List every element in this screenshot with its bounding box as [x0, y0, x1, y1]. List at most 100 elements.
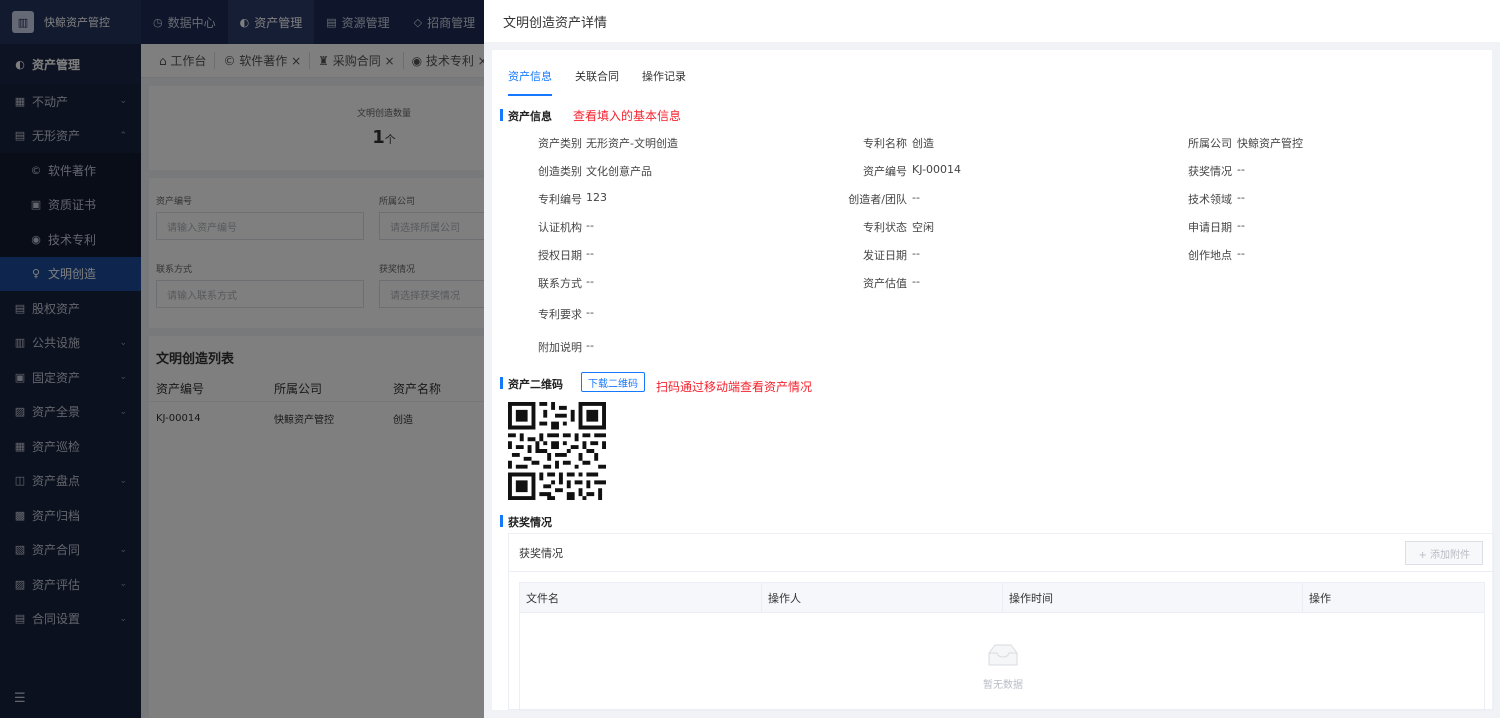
patent-icon: ◉ — [31, 232, 41, 246]
field-value: 无形资产-文明创造 — [586, 137, 678, 150]
qr-note: 扫码通过移动端查看资产情况 — [656, 380, 813, 394]
brand[interactable]: ▥ 快鲸资产管控 — [0, 0, 141, 44]
archive-icon: ▩ — [14, 508, 26, 522]
field-label: 技术领域 — [1188, 193, 1232, 206]
chevron-down-icon: ⌄ — [119, 372, 127, 383]
field-value: -- — [912, 247, 920, 260]
field-value: -- — [912, 275, 920, 288]
field-value: 文化创意产品 — [586, 165, 652, 178]
sidebar-item-inspection[interactable]: ▦ 资产巡检 — [0, 429, 141, 464]
fixed-asset-icon: ▣ — [14, 370, 26, 384]
field-label: 获奖情况 — [1188, 165, 1232, 178]
field-label: 专利状态 — [863, 221, 907, 234]
field-value: 空闲 — [912, 221, 934, 234]
equity-icon: ▤ — [14, 301, 26, 315]
tab-purchase-contract[interactable]: ♜ 采购合同 × — [310, 52, 404, 69]
contract-icon: ▧ — [14, 543, 26, 557]
tab-patent[interactable]: ◉ 技术专利 × — [404, 52, 497, 69]
sidebar-item-equity[interactable]: ▤ 股权资产 — [0, 291, 141, 326]
building-icon: ▤ — [326, 15, 337, 29]
tab-related-contracts[interactable]: 关联合同 — [575, 68, 619, 96]
chevron-down-icon: ⌄ — [119, 579, 127, 590]
empty-state: 暂无数据 — [520, 643, 1486, 691]
filter-award-label: 获奖情况 — [379, 265, 416, 275]
clock-icon: ◷ — [153, 15, 163, 29]
field-label: 资产类别 — [538, 137, 582, 150]
add-attachment-button[interactable]: + 添加附件 — [1405, 541, 1483, 565]
folder-icon: ▤ — [14, 129, 26, 143]
sidebar-item-patent[interactable]: ◉ 技术专利 — [0, 222, 141, 257]
filter-asset-no-label: 资产编号 — [156, 197, 193, 207]
sidebar-item-certificate[interactable]: ▣ 资质证书 — [0, 187, 141, 222]
field-value: -- — [1237, 163, 1245, 176]
collapse-menu-icon[interactable]: ☰ — [14, 691, 26, 706]
topnav-asset-management[interactable]: ◐ 资产管理 — [227, 0, 315, 44]
tab-operation-log[interactable]: 操作记录 — [642, 68, 686, 96]
sidebar-item-real-estate[interactable]: ▦ 不动产 ⌄ — [0, 84, 141, 119]
attachment-table: 文件名 操作人 操作时间 操作 暂无数据 — [519, 582, 1485, 711]
chevron-down-icon: ⌄ — [119, 96, 127, 107]
sidebar-item-evaluation[interactable]: ▨ 资产评估 ⌄ — [0, 567, 141, 602]
chevron-down-icon: ⌄ — [119, 475, 127, 486]
asset-no-input[interactable]: 请输入资产编号 — [156, 212, 364, 240]
topnav-data-center[interactable]: ◷ 数据中心 — [141, 0, 228, 44]
building-icon: ▦ — [14, 94, 26, 108]
asset-icon: ◐ — [15, 57, 25, 71]
chevron-down-icon: ⌄ — [119, 406, 127, 417]
chevron-down-icon: ⌄ — [119, 544, 127, 555]
field-value: KJ-00014 — [912, 163, 962, 176]
field-value: -- — [586, 339, 594, 352]
filter-company-label: 所属公司 — [379, 197, 416, 207]
bulb-icon: ♀ — [31, 267, 41, 281]
field-value: 快鲸资产管控 — [1237, 137, 1303, 150]
column-header-operator: 操作人 — [761, 583, 1002, 613]
logo-icon: ▥ — [12, 11, 34, 33]
table-cell: 快鲸资产管控 — [274, 414, 334, 426]
sidebar-item-contract-settings[interactable]: ▤ 合同设置 ⌄ — [0, 602, 141, 637]
attachment-table-header: 文件名 操作人 操作时间 操作 — [520, 583, 1484, 613]
field-label: 创造类别 — [538, 165, 582, 178]
info-note: 查看填入的基本信息 — [573, 109, 682, 123]
chevron-down-icon: ⌄ — [119, 337, 127, 348]
sidebar-item-panorama[interactable]: ▨ 资产全景 ⌄ — [0, 395, 141, 430]
field-label: 资产估值 — [863, 277, 907, 290]
field-value: -- — [586, 306, 594, 319]
sidebar-item-contracts[interactable]: ▧ 资产合同 ⌄ — [0, 533, 141, 568]
sidebar-header[interactable]: ◐ 资产管理 — [0, 44, 141, 84]
diamond-icon: ◇ — [413, 15, 423, 29]
field-label: 创造者/团队 — [848, 193, 907, 206]
sidebar-item-archive[interactable]: ▩ 资产归档 — [0, 498, 141, 533]
section-asset-info: 资产信息 — [500, 108, 552, 124]
field-label: 授权日期 — [538, 249, 582, 262]
topnav-resource-management[interactable]: ▤ 资源管理 — [314, 0, 401, 44]
award-panel-header: 获奖情况 + 添加附件 — [509, 534, 1493, 572]
qr-code-image — [508, 402, 606, 500]
download-qr-button[interactable]: 下载二维码 — [581, 372, 645, 392]
sidebar-item-intangible[interactable]: ▤ 无形资产 ⌃ — [0, 119, 141, 154]
sidebar-item-fixed-assets[interactable]: ▣ 固定资产 ⌄ — [0, 360, 141, 395]
list-column-header: 所属公司 — [274, 382, 323, 396]
table-cell: 创造 — [393, 414, 413, 426]
field-label: 专利编号 — [538, 193, 582, 206]
tab-software[interactable]: © 软件著作 × — [215, 52, 311, 69]
tab-asset-info[interactable]: 资产信息 — [508, 68, 552, 96]
facility-icon: ▥ — [14, 336, 26, 350]
sidebar-item-public-facilities[interactable]: ▥ 公共设施 ⌄ — [0, 326, 141, 361]
field-label: 附加说明 — [538, 341, 582, 354]
topnav-investment-management[interactable]: ◇ 招商管理 — [402, 0, 487, 44]
list-column-header: 资产编号 — [156, 382, 205, 396]
contact-input[interactable]: 请输入联系方式 — [156, 280, 364, 308]
company-select[interactable]: 请选择所属公司 — [379, 212, 489, 240]
inspection-icon: ▦ — [14, 439, 26, 453]
tab-workbench[interactable]: ⌂ 工作台 — [151, 52, 216, 69]
sidebar-item-inventory[interactable]: ◫ 资产盘点 ⌄ — [0, 464, 141, 499]
top-nav: ◷ 数据中心 ◐ 资产管理 ▤ 资源管理 ◇ 招商管理 — [141, 0, 487, 44]
column-header-action: 操作 — [1302, 583, 1486, 613]
detail-drawer: 文明创造资产详情 资产信息 关联合同 操作记录 资产信息 查看填入的基本信息 资… — [484, 0, 1500, 718]
award-select[interactable]: 请选择获奖情况 — [379, 280, 489, 308]
sidebar-item-creation[interactable]: ♀ 文明创造 — [0, 256, 141, 291]
field-value: -- — [1237, 191, 1245, 204]
field-label: 资产编号 — [863, 165, 907, 178]
sidebar-item-software[interactable]: © 软件著作 — [0, 153, 141, 188]
list-title: 文明创造列表 — [156, 352, 235, 367]
